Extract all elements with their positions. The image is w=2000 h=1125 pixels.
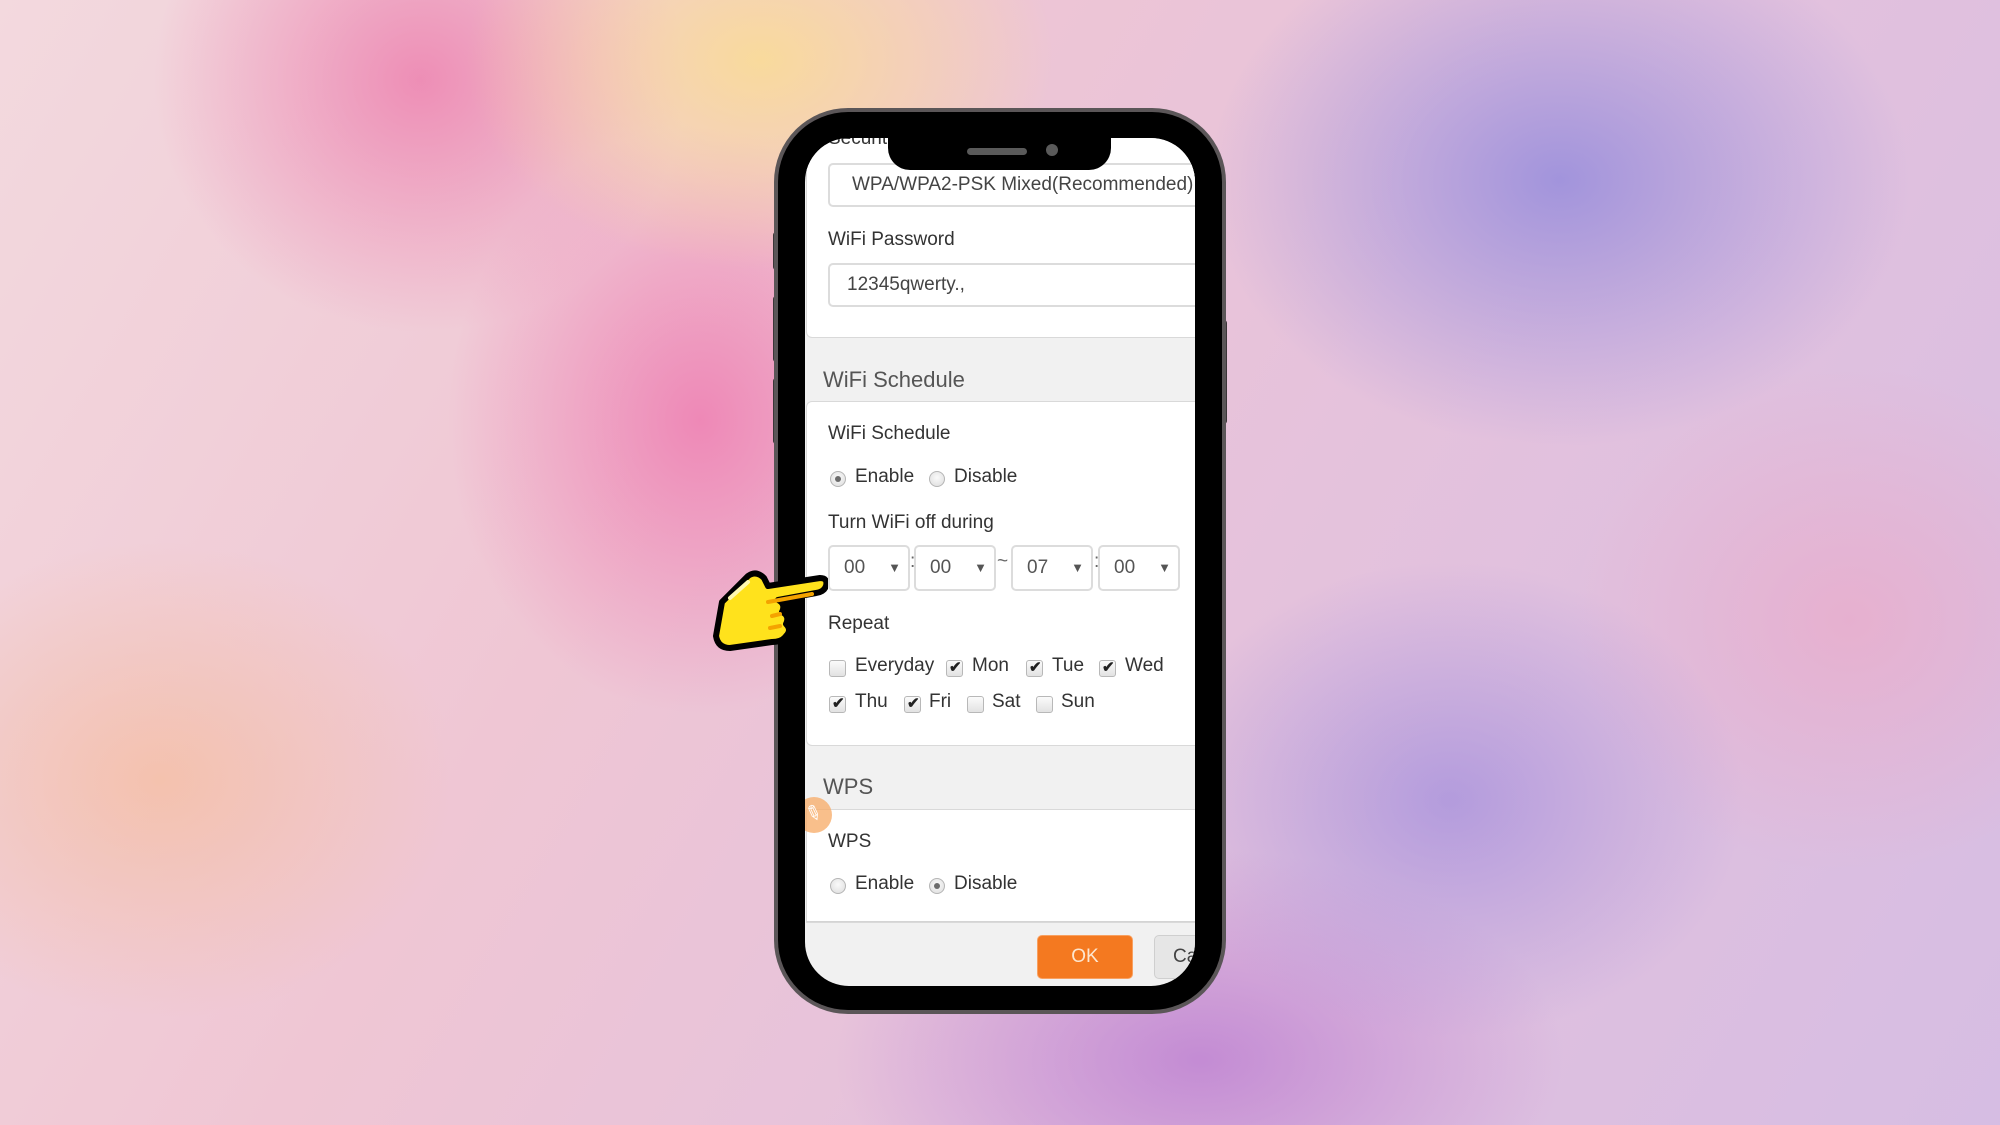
check-icon: ✔ [832, 695, 845, 712]
wifi-schedule-label: WiFi Schedule [828, 423, 951, 444]
tue-checkbox[interactable]: ✔ [1026, 659, 1043, 677]
start-hour-select[interactable]: 00 ▼ [828, 545, 910, 591]
sat-checkbox[interactable] [967, 696, 984, 713]
wifi-schedule-section-title: WiFi Schedule [823, 367, 965, 392]
sun-label[interactable]: Sun [1061, 691, 1095, 713]
wps-label: WPS [828, 831, 872, 852]
time-range-separator: ~ [997, 551, 1009, 572]
check-icon: ✔ [907, 695, 920, 712]
wps-disable-radio[interactable] [929, 878, 945, 894]
tue-label[interactable]: Tue [1052, 655, 1084, 677]
wifi-password-label: WiFi Password [828, 229, 955, 250]
wps-disable-label[interactable]: Disable [954, 873, 1017, 895]
pointing-hand-icon [713, 570, 828, 651]
turn-wifi-off-label: Turn WiFi off during [828, 512, 994, 533]
mon-label[interactable]: Mon [972, 655, 1009, 677]
sun-checkbox[interactable] [1036, 696, 1053, 713]
everyday-checkbox[interactable] [829, 660, 846, 677]
check-icon: ✔ [1102, 659, 1115, 676]
thu-checkbox[interactable]: ✔ [829, 695, 846, 713]
everyday-label[interactable]: Everyday [855, 655, 934, 677]
footer-divider [806, 921, 1195, 922]
chevron-down-icon: ▼ [1071, 560, 1084, 575]
wps-section-title: WPS [823, 774, 874, 799]
end-hour-value: 07 [1027, 557, 1049, 578]
phone-notch [888, 112, 1111, 170]
end-hour-select[interactable]: 07 ▼ [1011, 545, 1093, 591]
phone-speaker [967, 148, 1027, 155]
schedule-disable-label[interactable]: Disable [954, 466, 1017, 488]
schedule-enable-radio[interactable] [830, 471, 846, 487]
wps-enable-radio[interactable] [830, 878, 846, 894]
chevron-down-icon: ▼ [1158, 560, 1171, 575]
security-label: Securit [828, 138, 888, 149]
phone-screen: Securit WPA/WPA2-PSK Mixed(Recommended) … [805, 138, 1195, 986]
phone-camera [1046, 144, 1058, 156]
end-minute-value: 00 [1114, 557, 1136, 578]
start-hour-value: 00 [844, 557, 866, 578]
mon-checkbox[interactable]: ✔ [946, 659, 963, 677]
schedule-disable-radio[interactable] [929, 471, 945, 487]
thu-label[interactable]: Thu [855, 691, 888, 713]
cancel-button[interactable]: Cancel [1154, 935, 1195, 979]
check-icon: ✔ [949, 659, 962, 676]
start-minute-value: 00 [930, 557, 952, 578]
repeat-label: Repeat [828, 613, 890, 634]
wps-card [806, 809, 1195, 923]
ok-button[interactable]: OK [1037, 935, 1133, 979]
schedule-enable-label[interactable]: Enable [855, 466, 914, 488]
wifi-password-input[interactable]: 12345qwerty., [828, 263, 1195, 307]
wed-checkbox[interactable]: ✔ [1099, 659, 1116, 677]
fri-label[interactable]: Fri [929, 691, 951, 713]
chevron-down-icon: ▼ [888, 560, 901, 575]
chevron-down-icon: ▼ [974, 560, 987, 575]
check-icon: ✔ [1029, 659, 1042, 676]
wed-label[interactable]: Wed [1125, 655, 1164, 677]
wps-enable-label[interactable]: Enable [855, 873, 914, 895]
end-minute-select[interactable]: 00 ▼ [1098, 545, 1180, 591]
start-minute-select[interactable]: 00 ▼ [914, 545, 996, 591]
sat-label[interactable]: Sat [992, 691, 1021, 713]
fri-checkbox[interactable]: ✔ [904, 695, 921, 713]
